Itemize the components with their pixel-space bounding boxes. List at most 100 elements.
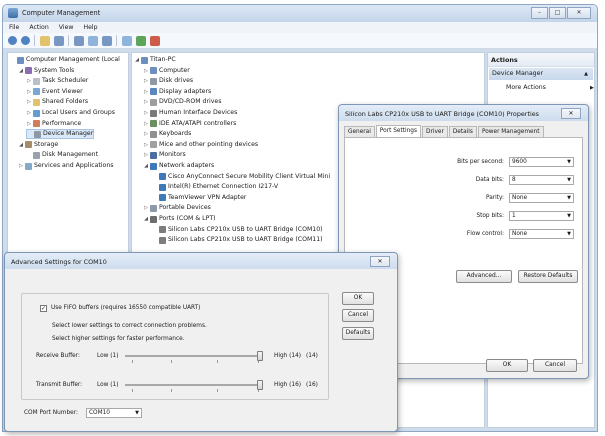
device-item[interactable]: Silicon Labs CP210x USB to UART Bridge (… bbox=[152, 235, 323, 245]
advanced-title-bar[interactable]: Advanced Settings for COM10 ✕ bbox=[5, 253, 397, 269]
collapse-up-icon[interactable]: ▲ bbox=[584, 68, 588, 80]
up-folder-icon[interactable] bbox=[40, 35, 50, 46]
device-item[interactable]: ▷ Computer bbox=[143, 66, 190, 76]
tree-computer-management[interactable]: Computer Management (Local bbox=[10, 55, 120, 65]
maximize-button[interactable]: □ bbox=[549, 7, 566, 19]
expand-toggle-icon[interactable]: ◢ bbox=[18, 66, 24, 76]
tree-device-manager[interactable]: Device Manager bbox=[26, 129, 95, 140]
back-icon[interactable] bbox=[8, 36, 17, 45]
expand-toggle-icon[interactable]: ▷ bbox=[26, 119, 32, 129]
expand-toggle-icon[interactable]: ▷ bbox=[143, 87, 149, 97]
help-icon[interactable] bbox=[88, 35, 98, 46]
receive-buffer-slider[interactable] bbox=[257, 351, 263, 361]
device-item[interactable]: ▷ IDE ATA/ATAPI controllers bbox=[143, 119, 236, 129]
device-item[interactable]: Silicon Labs CP210x USB to UART Bridge (… bbox=[152, 225, 323, 235]
advanced-button[interactable]: Advanced... bbox=[456, 270, 512, 283]
advanced-close-button[interactable]: ✕ bbox=[370, 256, 390, 267]
properties-close-button[interactable]: ✕ bbox=[561, 108, 581, 119]
tree-services[interactable]: ▷ Services and Applications bbox=[18, 161, 113, 171]
tree-system-tools[interactable]: ◢ System Tools bbox=[18, 66, 74, 76]
properties-cancel-button[interactable]: Cancel bbox=[533, 359, 577, 372]
tree-shared-folders[interactable]: ▷ Shared Folders bbox=[26, 97, 88, 107]
menu-view[interactable]: View bbox=[59, 22, 74, 33]
menu-help[interactable]: Help bbox=[83, 22, 97, 33]
tab-port-settings[interactable]: Port Settings bbox=[375, 125, 421, 137]
advanced-cancel-button[interactable]: Cancel bbox=[342, 309, 374, 322]
expand-toggle-icon[interactable]: ▷ bbox=[143, 119, 149, 129]
device-item[interactable]: ▷ Monitors bbox=[143, 150, 186, 160]
device-item[interactable]: ▷ Mice and other pointing devices bbox=[143, 140, 258, 150]
expand-toggle-icon[interactable]: ▷ bbox=[143, 203, 149, 213]
parity-select[interactable]: None ▼ bbox=[509, 193, 574, 203]
tree-storage[interactable]: ◢ Storage bbox=[18, 140, 58, 150]
restore-defaults-button[interactable]: Restore Defaults bbox=[518, 270, 578, 283]
device-item[interactable]: ▷ DVD/CD-ROM drives bbox=[143, 97, 221, 107]
tree-task-scheduler[interactable]: ▷ Task Scheduler bbox=[26, 76, 88, 86]
stop-bits-select[interactable]: 1 ▼ bbox=[509, 211, 574, 221]
show-tree-icon[interactable] bbox=[54, 35, 64, 46]
device-item[interactable]: ◢ Titan-PC bbox=[134, 55, 176, 65]
expand-toggle-icon[interactable]: ▷ bbox=[26, 87, 32, 97]
expand-toggle-icon[interactable]: ▷ bbox=[143, 129, 149, 139]
device-item[interactable]: ▷ Disk drives bbox=[143, 76, 193, 86]
tree-performance[interactable]: ▷ Performance bbox=[26, 119, 81, 129]
transmit-buffer-slider[interactable] bbox=[257, 380, 263, 390]
device-item[interactable]: ▷ Display adapters bbox=[143, 87, 211, 97]
data-bits-select[interactable]: 8 ▼ bbox=[509, 175, 574, 185]
menu-file[interactable]: File bbox=[9, 22, 19, 33]
scan-icon[interactable] bbox=[122, 35, 132, 46]
tree-event-viewer[interactable]: ▷ Event Viewer bbox=[26, 87, 83, 97]
tab-details[interactable]: Details bbox=[448, 126, 477, 137]
expand-toggle-icon[interactable]: ▷ bbox=[143, 140, 149, 150]
expand-toggle-icon[interactable]: ◢ bbox=[143, 214, 149, 224]
device-item[interactable]: ▷ Keyboards bbox=[143, 129, 191, 139]
device-item[interactable]: ◢ Network adapters bbox=[143, 161, 214, 171]
device-item[interactable]: ▷ Portable Devices bbox=[143, 203, 211, 213]
fifo-checkbox[interactable]: ✓ bbox=[40, 305, 47, 312]
bits-per-second-select[interactable]: 9600 ▼ bbox=[509, 157, 574, 167]
console-icon[interactable] bbox=[102, 35, 112, 46]
properties-tabs: General Port Settings Driver Details Pow… bbox=[344, 125, 545, 137]
properties-ok-button[interactable]: OK bbox=[486, 359, 528, 372]
expand-toggle-icon[interactable]: ◢ bbox=[18, 140, 24, 150]
expand-toggle-icon[interactable]: ▷ bbox=[143, 76, 149, 86]
expand-toggle-icon[interactable]: ◢ bbox=[143, 161, 149, 171]
tree-local-users[interactable]: ▷ Local Users and Groups bbox=[26, 108, 115, 118]
device-item[interactable]: ◢ Ports (COM & LPT) bbox=[143, 214, 216, 224]
receive-buffer-track[interactable] bbox=[125, 355, 263, 357]
device-item[interactable]: TeamViewer VPN Adapter bbox=[152, 193, 246, 203]
transmit-buffer-track[interactable] bbox=[125, 384, 263, 386]
more-actions[interactable]: More Actions ▶ bbox=[506, 82, 594, 94]
tree-disk-management[interactable]: Disk Management bbox=[26, 150, 98, 160]
expand-toggle-icon[interactable]: ▷ bbox=[143, 66, 149, 76]
parity-value: None bbox=[512, 195, 528, 201]
forward-icon[interactable] bbox=[21, 36, 30, 45]
device-item[interactable]: ▷ Human Interface Devices bbox=[143, 108, 237, 118]
advanced-defaults-button[interactable]: Defaults bbox=[342, 327, 374, 340]
expand-toggle-icon[interactable]: ▷ bbox=[26, 76, 32, 86]
expand-toggle-icon[interactable]: ▷ bbox=[143, 150, 149, 160]
flow-control-select[interactable]: None ▼ bbox=[509, 229, 574, 239]
expand-toggle-icon[interactable]: ◢ bbox=[134, 55, 140, 65]
close-button[interactable]: ✕ bbox=[567, 7, 591, 19]
expand-toggle-icon[interactable]: ▷ bbox=[18, 161, 24, 171]
device-item[interactable]: Cisco AnyConnect Secure Mobility Client … bbox=[152, 172, 330, 182]
minimize-button[interactable]: – bbox=[531, 7, 548, 19]
expand-toggle-icon[interactable]: ▷ bbox=[26, 108, 32, 118]
tab-power-management[interactable]: Power Management bbox=[477, 126, 544, 137]
expand-toggle-icon[interactable]: ▷ bbox=[26, 97, 32, 107]
tab-driver[interactable]: Driver bbox=[421, 126, 448, 137]
actions-device-manager[interactable]: Device Manager ▲ bbox=[489, 68, 593, 80]
expand-toggle-icon[interactable]: ▷ bbox=[143, 108, 149, 118]
expand-toggle-icon[interactable]: ▷ bbox=[143, 97, 149, 107]
menu-action[interactable]: Action bbox=[29, 22, 48, 33]
advanced-ok-button[interactable]: OK bbox=[342, 292, 374, 305]
com-port-number-select[interactable]: COM10 ▼ bbox=[86, 408, 142, 418]
disable-icon[interactable] bbox=[150, 35, 160, 46]
properties-icon[interactable] bbox=[74, 35, 84, 46]
properties-title-bar[interactable]: Silicon Labs CP210x USB to UART Bridge (… bbox=[339, 105, 588, 121]
enable-icon[interactable] bbox=[136, 35, 146, 46]
device-item[interactable]: Intel(R) Ethernet Connection I217-V bbox=[152, 182, 278, 192]
title-bar[interactable]: Computer Management – □ ✕ bbox=[3, 5, 597, 22]
tab-general[interactable]: General bbox=[344, 126, 375, 137]
